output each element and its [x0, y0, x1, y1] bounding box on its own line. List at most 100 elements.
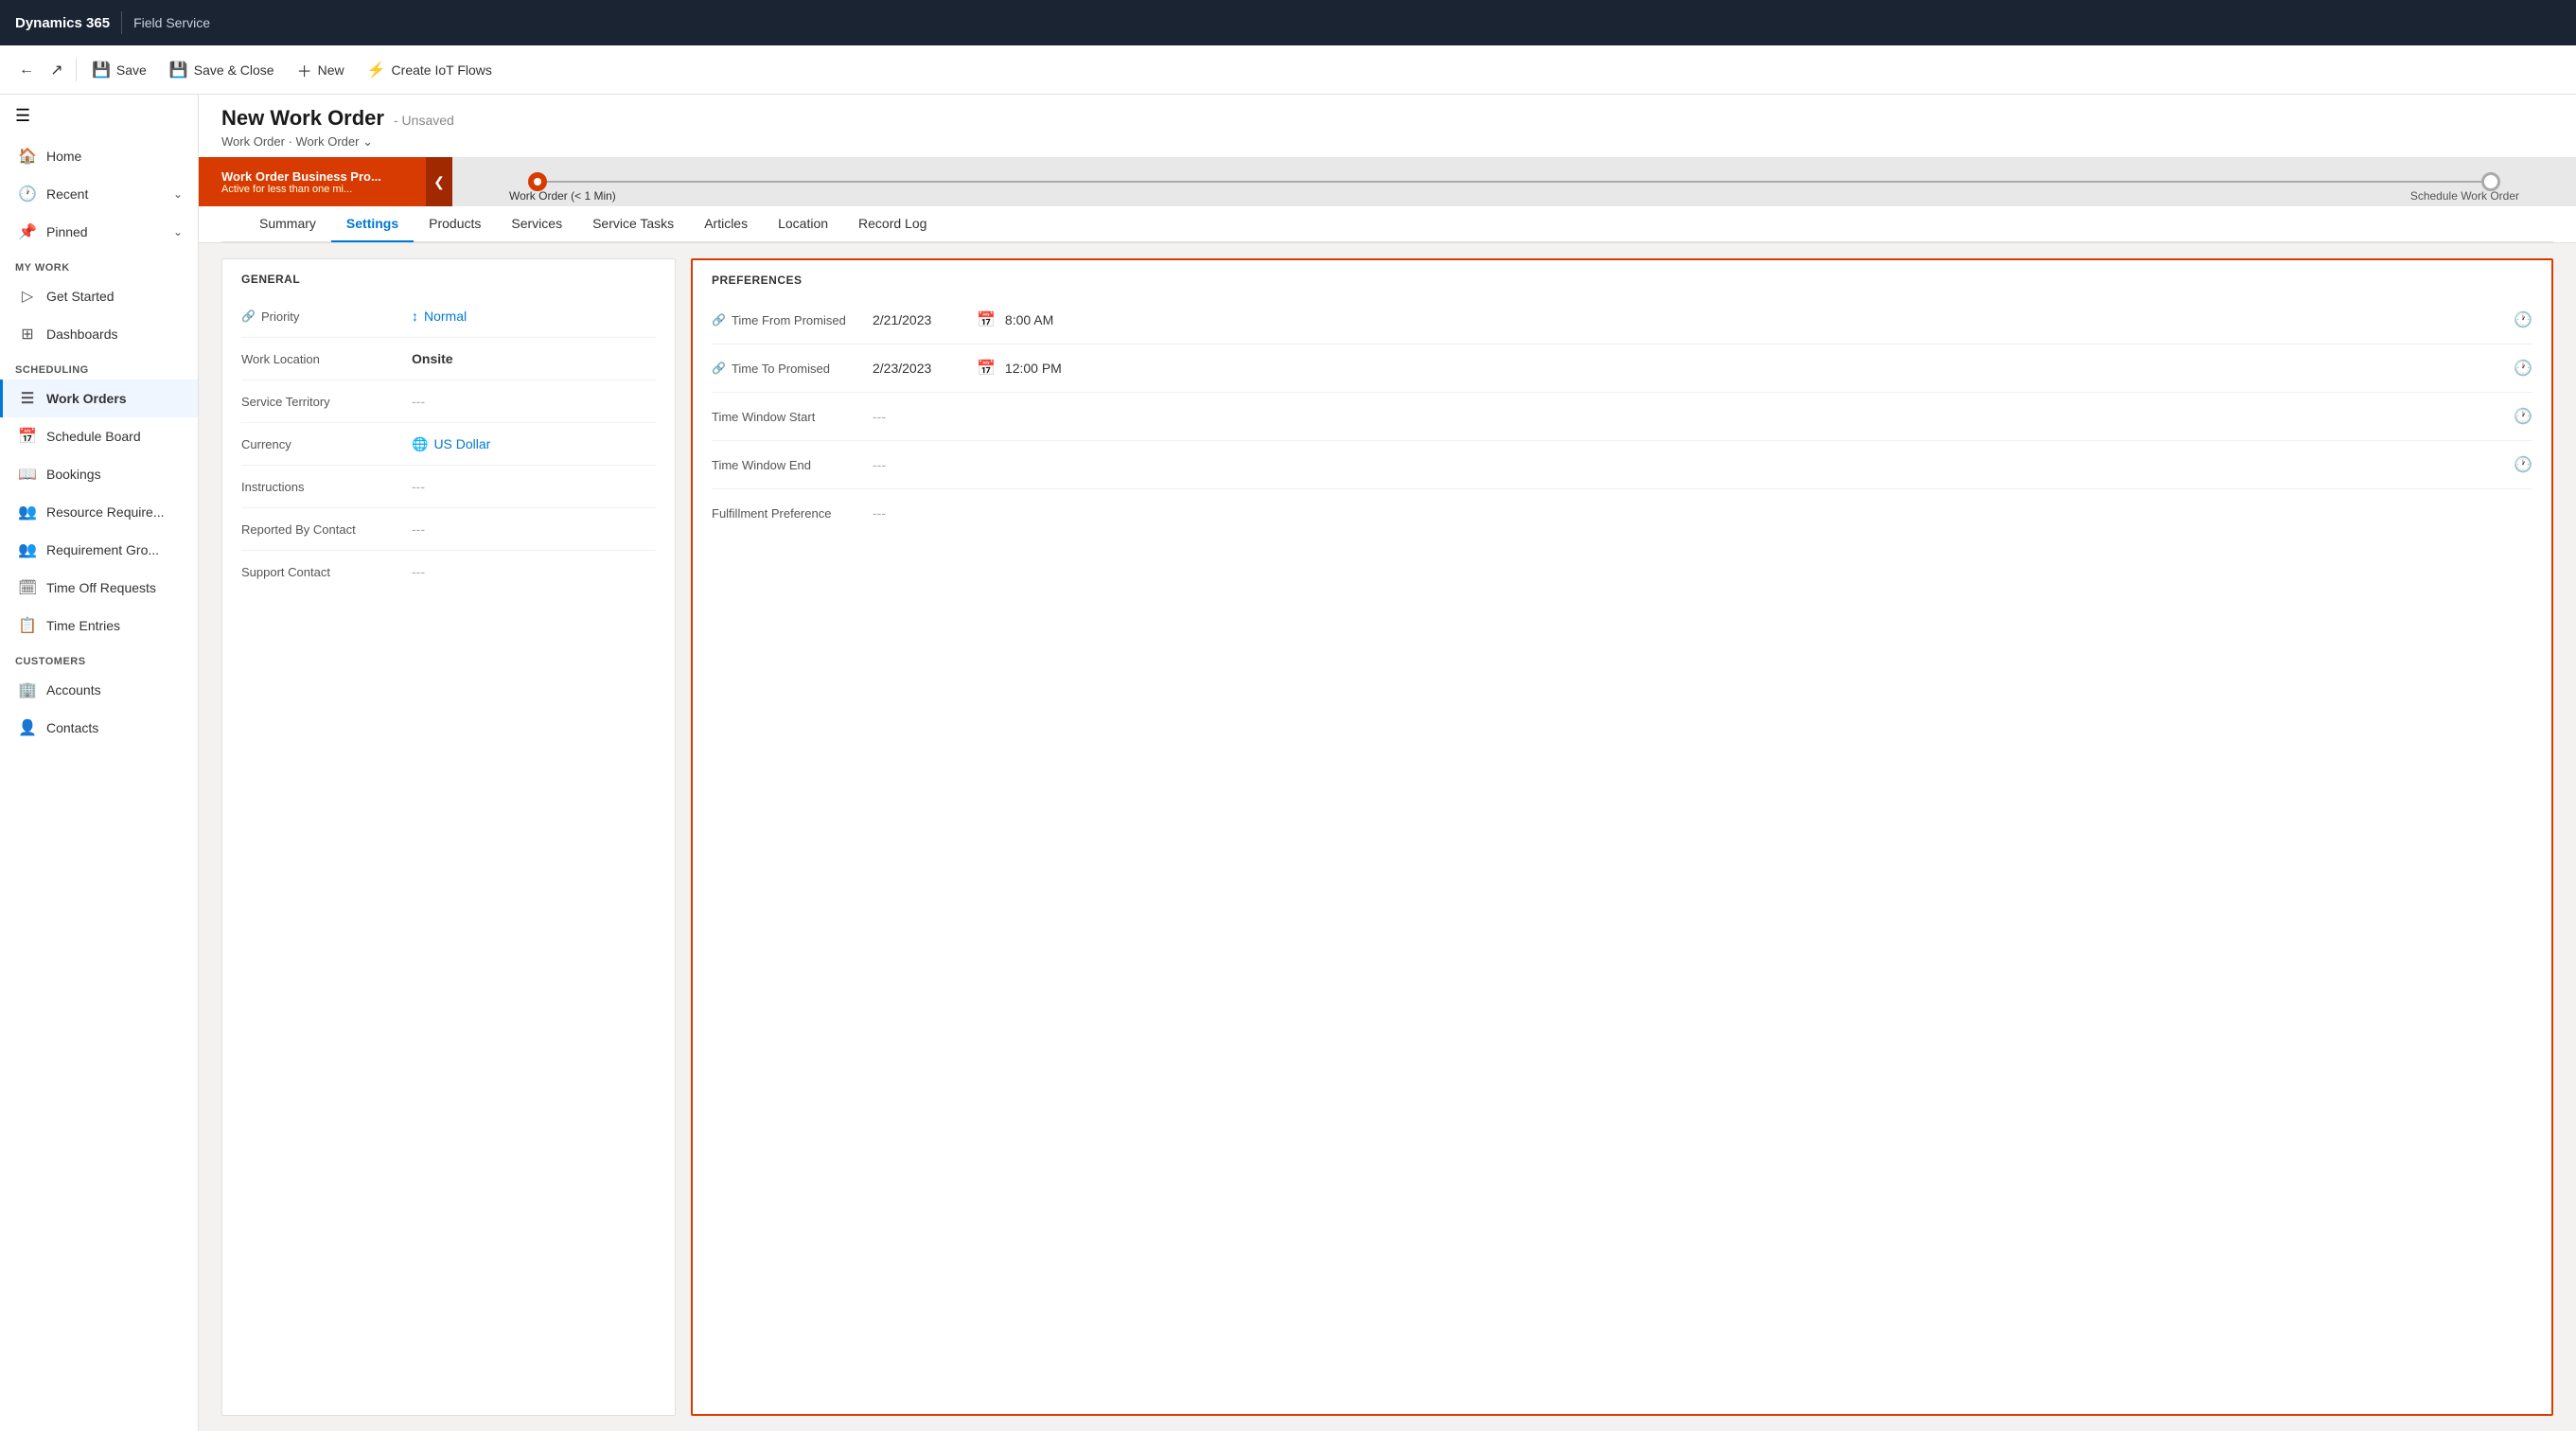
breadcrumb-2[interactable]: Work Order ⌄: [296, 134, 373, 149]
page-status: - Unsaved: [394, 113, 454, 128]
sidebar-item-contacts[interactable]: 👤 Contacts: [0, 709, 198, 747]
sidebar-item-time-off-requests[interactable]: 🗓 Time Off Requests: [0, 569, 198, 607]
new-icon: ＋: [297, 59, 312, 81]
save-button[interactable]: 💾 Save: [80, 55, 158, 85]
schedule-board-icon: 📅: [18, 427, 37, 446]
time-window-end-row: Time Window End --- 🕐: [693, 441, 2551, 488]
stage2-label: Work Order (< 1 Min): [509, 189, 616, 203]
time-to-lock-icon: 🔗: [712, 362, 726, 375]
time-to-clock-icon[interactable]: 🕐: [2514, 359, 2532, 378]
sidebar-item-time-entries[interactable]: 📋 Time Entries: [0, 607, 198, 645]
breadcrumb-1[interactable]: Work Order: [221, 134, 285, 149]
time-window-start-label: Time Window Start: [712, 410, 863, 424]
reported-by-contact-row: Reported By Contact ---: [222, 508, 675, 550]
reported-by-value: ---: [412, 521, 656, 537]
priority-label: 🔗 Priority: [241, 309, 412, 324]
contacts-icon: 👤: [18, 718, 37, 737]
priority-lock-icon: 🔗: [241, 309, 256, 323]
tab-products[interactable]: Products: [414, 206, 496, 242]
back-button[interactable]: ←: [11, 55, 42, 85]
sidebar-item-accounts[interactable]: 🏢 Accounts: [0, 671, 198, 709]
fulfillment-preference-value: ---: [873, 505, 2532, 521]
stage1-sub: Active for less than one mi...: [221, 184, 403, 195]
tabs-bar: Summary Settings Products Services Servi…: [221, 206, 2553, 242]
tab-record-log[interactable]: Record Log: [843, 206, 942, 242]
time-to-calendar-icon[interactable]: 📅: [977, 359, 996, 378]
requirement-gro-icon: 👥: [18, 540, 37, 559]
stage3-label: Schedule Work Order: [2410, 189, 2519, 203]
time-window-end-label: Time Window End: [712, 458, 863, 472]
sidebar-item-pinned[interactable]: 📌 Pinned ⌄: [0, 213, 198, 251]
instructions-value: ---: [412, 479, 656, 494]
time-from-clock-icon[interactable]: 🕐: [2514, 310, 2532, 329]
progress-line: [547, 181, 2481, 183]
time-window-end-clock-icon[interactable]: 🕐: [2514, 455, 2532, 474]
main-layout: ☰ 🏠 Home 🕐 Recent ⌄ 📌 Pinned ⌄ My Work ▷…: [0, 95, 2576, 1431]
time-to-promised-row: 🔗 Time To Promised 2/23/2023 📅 12:00 PM …: [693, 344, 2551, 392]
progress-dot-active: [528, 172, 547, 191]
content-area: New Work Order - Unsaved Work Order · Wo…: [199, 95, 2576, 1431]
hamburger-button[interactable]: ☰: [0, 95, 198, 137]
progress-bar: Work Order Business Pro... Active for le…: [199, 157, 2576, 206]
time-from-time: 8:00 AM: [1005, 312, 2504, 327]
work-location-label: Work Location: [241, 352, 412, 366]
progress-chevron-button[interactable]: ❮: [426, 157, 452, 206]
time-from-calendar-icon[interactable]: 📅: [977, 310, 996, 329]
accounts-icon: 🏢: [18, 680, 37, 699]
create-iot-button[interactable]: ⚡ Create IoT Flows: [356, 55, 503, 85]
currency-value[interactable]: 🌐US Dollar: [412, 436, 656, 452]
time-entries-icon: 📋: [18, 616, 37, 635]
recent-expand-icon: ⌄: [173, 187, 183, 201]
currency-row: Currency 🌐US Dollar: [222, 423, 675, 465]
resource-require-icon: 👥: [18, 503, 37, 521]
work-orders-icon: ☰: [18, 389, 37, 408]
sidebar-item-recent[interactable]: 🕐 Recent ⌄: [0, 175, 198, 213]
time-window-end-value: ---: [873, 457, 2504, 472]
module-name: Field Service: [133, 15, 210, 30]
tab-articles[interactable]: Articles: [689, 206, 763, 242]
sidebar-item-requirement-gro[interactable]: 👥 Requirement Gro...: [0, 531, 198, 569]
time-window-start-clock-icon[interactable]: 🕐: [2514, 407, 2532, 426]
app-name: Dynamics 365: [15, 15, 110, 31]
fulfillment-preference-row: Fulfillment Preference ---: [693, 489, 2551, 537]
sidebar-item-resource-require[interactable]: 👥 Resource Require...: [0, 493, 198, 531]
support-contact-row: Support Contact ---: [222, 551, 675, 592]
iot-icon: ⚡: [367, 61, 386, 80]
get-started-icon: ▷: [18, 287, 37, 306]
progress-stage-1[interactable]: Work Order Business Pro... Active for le…: [199, 162, 426, 203]
time-to-promised-label: 🔗 Time To Promised: [712, 362, 863, 376]
priority-value[interactable]: ↕Normal: [412, 309, 656, 324]
save-icon: 💾: [92, 61, 111, 80]
sidebar-item-dashboards[interactable]: ⊞ Dashboards: [0, 315, 198, 353]
pinned-icon: 📌: [18, 222, 37, 241]
sidebar-item-home[interactable]: 🏠 Home: [0, 137, 198, 175]
sidebar-item-bookings[interactable]: 📖 Bookings: [0, 455, 198, 493]
tab-service-tasks[interactable]: Service Tasks: [577, 206, 689, 242]
save-close-icon: 💾: [169, 61, 188, 80]
tab-settings[interactable]: Settings: [331, 206, 414, 242]
forward-button[interactable]: ↗: [42, 55, 72, 85]
work-location-row: Work Location Onsite: [222, 338, 675, 380]
time-to-date: 2/23/2023: [873, 361, 967, 376]
tab-location[interactable]: Location: [763, 206, 843, 242]
time-window-start-row: Time Window Start --- 🕐: [693, 393, 2551, 440]
tab-services[interactable]: Services: [496, 206, 577, 242]
page-title: New Work Order: [221, 106, 384, 131]
fulfillment-preference-label: Fulfillment Preference: [712, 506, 863, 521]
instructions-row: Instructions ---: [222, 466, 675, 507]
sidebar-item-schedule-board[interactable]: 📅 Schedule Board: [0, 417, 198, 455]
pinned-expand-icon: ⌄: [173, 225, 183, 238]
time-from-date: 2/21/2023: [873, 312, 967, 327]
reported-by-label: Reported By Contact: [241, 522, 412, 537]
sidebar-item-get-started[interactable]: ▷ Get Started: [0, 277, 198, 315]
instructions-label: Instructions: [241, 480, 412, 494]
new-button[interactable]: ＋ New: [286, 53, 356, 87]
bookings-icon: 📖: [18, 465, 37, 484]
sidebar: ☰ 🏠 Home 🕐 Recent ⌄ 📌 Pinned ⌄ My Work ▷…: [0, 95, 199, 1431]
time-from-lock-icon: 🔗: [712, 313, 726, 327]
breadcrumb: Work Order · Work Order ⌄: [221, 134, 2553, 150]
priority-row: 🔗 Priority ↕Normal: [222, 295, 675, 337]
save-close-button[interactable]: 💾 Save & Close: [158, 55, 286, 85]
tab-summary[interactable]: Summary: [244, 206, 331, 242]
sidebar-item-work-orders[interactable]: ☰ Work Orders: [0, 380, 198, 417]
